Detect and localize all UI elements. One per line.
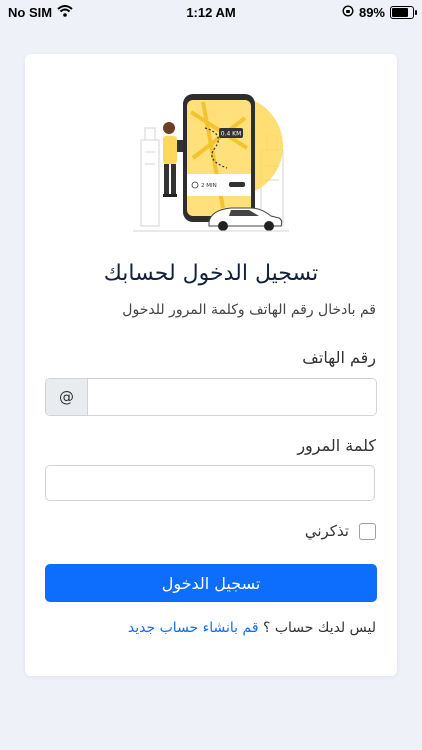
status-right: 89%	[342, 5, 417, 20]
password-label: كلمة المرور	[297, 436, 376, 455]
login-card: 0.4 KM 2 MIN تسجيل الدخول لحسابك قم بادخ…	[25, 54, 397, 676]
login-button[interactable]: تسجيل الدخول	[45, 564, 377, 602]
taxi-car	[208, 207, 283, 231]
battery-icon	[390, 6, 417, 19]
taxi-app-illustration: 0.4 KM 2 MIN	[133, 94, 289, 232]
person-figure	[163, 122, 183, 197]
no-account-text: ليس لديك حساب ؟	[262, 620, 376, 636]
status-bar: No SIM 1:12 AM 89%	[0, 0, 422, 24]
phone-input-group: @	[45, 378, 377, 416]
eta-badge: 2 MIN	[201, 183, 217, 189]
phone-input[interactable]	[88, 379, 376, 415]
page-subtitle: قم بادخال رقم الهاتف وكلمة المرور للدخول	[122, 302, 376, 318]
battery-fill	[392, 8, 409, 17]
at-sign-addon: @	[46, 379, 88, 415]
create-account-link[interactable]: قم بانشاء حساب جديد	[128, 620, 259, 636]
remember-me-label: تذكرني	[304, 522, 349, 540]
remember-me-checkbox[interactable]	[359, 522, 376, 540]
page-title: تسجيل الدخول لحسابك	[103, 261, 319, 286]
remember-me: تذكرني	[305, 522, 376, 540]
phone-label: رقم الهاتف	[302, 348, 376, 367]
battery-percent: 89%	[358, 5, 385, 20]
password-input[interactable]	[45, 465, 375, 501]
signup-prompt: ليس لديك حساب ؟ قم بانشاء حساب جديد	[25, 620, 376, 636]
orientation-lock-icon	[342, 5, 354, 20]
mini-car-icon	[229, 182, 245, 187]
distance-badge: 0.4 KM	[221, 131, 242, 138]
